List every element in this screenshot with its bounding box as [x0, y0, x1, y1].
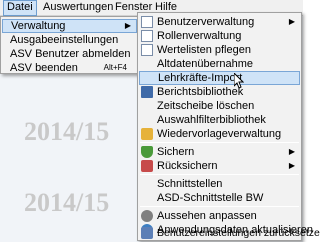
- menu-item-wiedervorlageverwaltung[interactable]: Wiedervorlageverwaltung: [139, 127, 300, 141]
- menu-item-label: Altdatenübernahme: [157, 58, 254, 70]
- menu-item-ausgabeeinstellungen[interactable]: Ausgabeeinstellungen: [2, 33, 137, 47]
- menu-item-label: Wiedervorlageverwaltung: [157, 128, 282, 140]
- menu-separator: [140, 206, 299, 207]
- menu-item-label: Sichern: [157, 146, 195, 158]
- menu-item-asd-schnittstelle[interactable]: ASD-Schnittstelle BW: [139, 191, 300, 205]
- menu-item-label: ASD-Schnittstelle BW: [157, 192, 264, 204]
- menu-item-lehrkraefte-import[interactable]: Lehrkräfte-Import: [139, 71, 300, 85]
- document-icon: [141, 44, 153, 56]
- menu-item-label: Rücksichern: [157, 160, 218, 172]
- restore-icon: [141, 160, 153, 172]
- submenu-arrow-icon: ▶: [288, 161, 295, 170]
- menu-item-label: Auswahlfilterbibliothek: [157, 114, 266, 126]
- book-icon: [141, 86, 153, 98]
- shield-icon: [141, 146, 153, 158]
- menu-item-label: Aussehen anpassen: [157, 210, 257, 222]
- menu-item-sichern[interactable]: Sichern ▶: [139, 145, 300, 159]
- shortcut-label: Alt+F4: [103, 63, 127, 72]
- submenu-arrow-icon: ▶: [288, 147, 295, 156]
- menu-item-ruecksichern[interactable]: Rücksichern ▶: [139, 159, 300, 173]
- menu-item-benutzerverwaltung[interactable]: Benutzerverwaltung ▶: [139, 15, 300, 29]
- menu-item-label: Benutzerverwaltung: [157, 16, 255, 28]
- menu-item-benutzereinstellungen-zuruecksetzen[interactable]: Benutzereinstellungen zurücksetzen: [138, 226, 320, 240]
- document-icon: [141, 16, 153, 28]
- user-icon: [141, 227, 153, 239]
- menu-item-label: Zeitscheibe löschen: [157, 100, 255, 112]
- submenu-arrow-icon: ▶: [124, 21, 131, 30]
- verwaltung-submenu: Benutzerverwaltung ▶ Rollenverwaltung We…: [137, 12, 313, 241]
- menu-item-wertelisten[interactable]: Wertelisten pflegen: [139, 43, 300, 57]
- menu-item-label: Benutzereinstellungen zurücksetzen: [157, 227, 320, 239]
- menu-item-label: Lehrkräfte-Import: [158, 72, 243, 84]
- menu-item-aussehen-anpassen[interactable]: Aussehen anpassen: [139, 209, 300, 223]
- menu-item-auswahlfilterbibliothek[interactable]: Auswahlfilterbibliothek: [139, 113, 300, 127]
- menu-item-altdatenuebernahme[interactable]: Altdatenübernahme: [139, 57, 300, 71]
- menu-auswertungen[interactable]: Auswertungen: [40, 0, 116, 16]
- menu-item-label: Schnittstellen: [157, 178, 223, 190]
- checkmark-icon: [141, 128, 153, 140]
- menu-item-label: Verwaltung: [11, 20, 66, 32]
- menu-item-verwaltung[interactable]: Verwaltung ▶: [2, 19, 137, 33]
- school-year-watermark: 2014/15: [24, 117, 110, 146]
- menu-item-label: Berichtsbibliothek: [157, 86, 244, 98]
- submenu-arrow-icon: ▶: [288, 17, 295, 26]
- school-year-watermark: 2014/15: [24, 188, 110, 217]
- menu-item-berichtsbibliothek[interactable]: Berichtsbibliothek: [139, 85, 300, 99]
- menu-item-label: Wertelisten pflegen: [157, 44, 251, 56]
- menu-item-label: Rollenverwaltung: [157, 30, 242, 42]
- file-menu: Verwaltung ▶ Ausgabeeinstellungen ASV Be…: [0, 16, 139, 74]
- menu-datei[interactable]: Datei: [3, 0, 37, 16]
- mouse-cursor-icon: [234, 73, 244, 89]
- menu-separator: [140, 142, 299, 143]
- menu-item-rollenverwaltung[interactable]: Rollenverwaltung: [139, 29, 300, 43]
- document-icon: [141, 30, 153, 42]
- menu-item-schnittstellen[interactable]: Schnittstellen: [139, 177, 300, 191]
- menu-item-asv-beenden[interactable]: ASV beenden Alt+F4: [2, 61, 137, 75]
- menu-item-label: ASV beenden: [10, 62, 78, 74]
- gear-icon: [141, 210, 153, 222]
- menu-item-benutzer-abmelden[interactable]: ASV Benutzer abmelden: [2, 47, 137, 61]
- menu-item-zeitscheibe-loeschen[interactable]: Zeitscheibe löschen: [139, 99, 300, 113]
- menu-separator: [140, 174, 299, 175]
